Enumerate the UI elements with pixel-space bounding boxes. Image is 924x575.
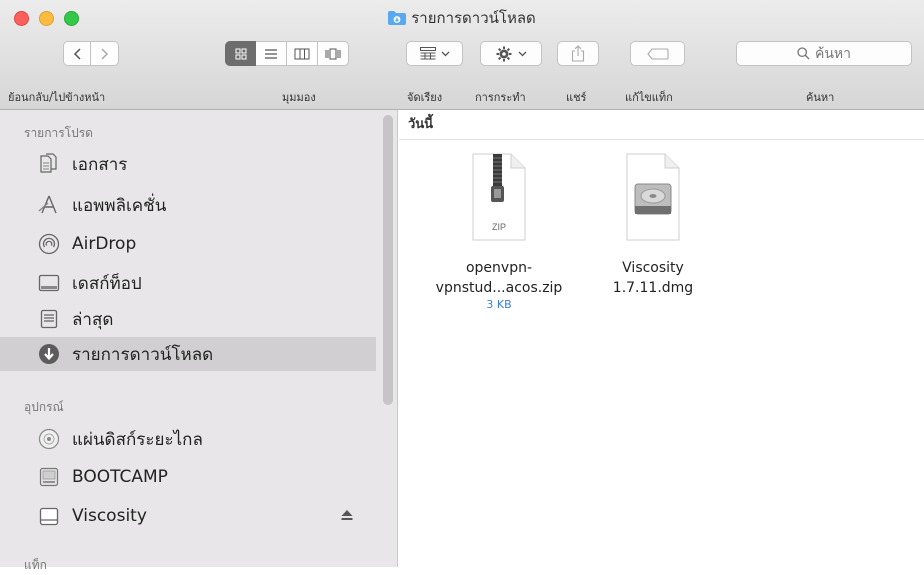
sidebar: รายการโปรด เอกสาร แอพพลิเคชั่น AirDrop เ… [0, 110, 398, 572]
search-input[interactable]: ค้นหา [736, 41, 912, 66]
file-item[interactable]: Viscosity 1.7.11.dmg [588, 152, 718, 298]
window-toolbar: รายการดาวน์โหลด ย้อนกลับ/ไปข้างหน้า มุมม… [0, 0, 924, 110]
zip-badge: ZIP [492, 222, 506, 232]
view-label: มุมมอง [282, 91, 316, 104]
downloads-icon [39, 344, 59, 364]
file-name-line: 1.7.11.dmg [612, 280, 694, 296]
sidebar-item-label: เอกสาร [72, 154, 128, 175]
downloads-folder-icon [388, 11, 407, 25]
sidebar-item-desktop[interactable]: เดสก์ท็อป [0, 266, 376, 300]
eject-icon[interactable] [340, 508, 354, 522]
sidebar-item-documents[interactable]: เอกสาร [0, 147, 376, 181]
chevron-right-icon [100, 47, 108, 60]
sidebar-item-label: แผ่นดิสก์ระยะไกล [72, 429, 203, 450]
desktop-icon [38, 274, 60, 292]
sidebar-item-label: เดสก์ท็อป [72, 273, 142, 294]
list-view-icon [265, 48, 277, 59]
dmg-file-icon [626, 153, 680, 241]
recents-icon [40, 309, 58, 329]
action-label: การกระทำ [475, 91, 526, 104]
back-forward-control [63, 41, 119, 66]
search-placeholder: ค้นหา [814, 45, 852, 62]
forward-button[interactable] [91, 41, 119, 66]
chevron-down-icon [518, 51, 526, 56]
sidebar-item-label: BOOTCAMP [72, 467, 168, 487]
file-name-line: Viscosity [622, 260, 684, 276]
documents-icon [40, 153, 57, 173]
column-view-button[interactable] [287, 41, 318, 66]
favorites-header: รายการโปรด [24, 126, 93, 140]
sidebar-item-airdrop[interactable]: AirDrop [0, 227, 376, 261]
icon-view-icon [235, 48, 246, 59]
search-label: ค้นหา [806, 91, 835, 104]
back-forward-label: ย้อนกลับ/ไปข้างหน้า [8, 91, 106, 104]
airdrop-icon [38, 233, 60, 255]
sidebar-item-label: รายการดาวน์โหลด [72, 344, 214, 365]
sidebar-scrollbar[interactable] [383, 115, 393, 405]
share-icon [571, 45, 585, 62]
file-browser-pane: วันนี้ ZIP openvpn- vpnstud...acos.zip 3… [399, 110, 924, 567]
arrange-button[interactable] [406, 41, 463, 66]
sidebar-item-recents[interactable]: ล่าสุด [0, 302, 376, 336]
arrange-grid-icon [419, 47, 436, 60]
chevron-left-icon [73, 47, 81, 60]
back-button[interactable] [63, 41, 91, 66]
remote-disc-icon [38, 428, 60, 450]
zip-file-icon: ZIP [472, 153, 526, 241]
window-title: รายการดาวน์โหลด [0, 8, 924, 28]
tags-header: แท็ก [24, 558, 47, 572]
file-size: 3 KB [486, 298, 512, 311]
cover-flow-icon [325, 48, 341, 59]
sidebar-item-label: แอพพลิเคชั่น [72, 195, 167, 216]
tag-icon [646, 47, 669, 60]
sidebar-item-applications[interactable]: แอพพลิเคชั่น [0, 188, 376, 222]
share-label: แชร์ [566, 91, 587, 104]
gear-icon [496, 46, 511, 61]
file-name: Viscosity 1.7.11.dmg [588, 258, 718, 298]
edit-tags-button[interactable] [630, 41, 685, 66]
icon-view-button[interactable] [225, 41, 256, 66]
list-view-button[interactable] [256, 41, 287, 66]
disk-image-icon [39, 507, 59, 526]
file-item[interactable]: ZIP openvpn- vpnstud...acos.zip 3 KB [434, 152, 564, 312]
view-mode-control [225, 41, 349, 66]
edit-tags-label: แก้ไขแท็ก [625, 91, 673, 104]
applications-icon [38, 195, 57, 214]
sidebar-item-label: AirDrop [72, 234, 137, 254]
sidebar-item-label: Viscosity [72, 506, 147, 526]
drive-icon [39, 467, 59, 487]
sidebar-item-remote-disc[interactable]: แผ่นดิสก์ระยะไกล [0, 422, 376, 456]
file-name: openvpn- vpnstud...acos.zip [434, 258, 564, 298]
window-title-text: รายการดาวน์โหลด [411, 9, 536, 27]
arrange-label: จัดเรียง [407, 91, 443, 104]
chevron-down-icon [441, 51, 449, 56]
group-header-today: วันนี้ [399, 110, 924, 140]
share-button[interactable] [557, 41, 599, 66]
sidebar-item-label: ล่าสุด [72, 309, 114, 330]
devices-header: อุปกรณ์ [24, 400, 64, 414]
column-view-icon [294, 48, 310, 59]
file-name-line: vpnstud...acos.zip [435, 280, 563, 296]
action-button[interactable] [480, 41, 542, 66]
sidebar-item-viscosity[interactable]: Viscosity [0, 499, 376, 533]
sidebar-item-bootcamp[interactable]: BOOTCAMP [0, 460, 376, 494]
search-icon [797, 47, 810, 60]
cover-flow-view-button[interactable] [318, 41, 349, 66]
sidebar-item-downloads[interactable]: รายการดาวน์โหลด [0, 337, 376, 371]
file-name-line: openvpn- [465, 260, 533, 276]
